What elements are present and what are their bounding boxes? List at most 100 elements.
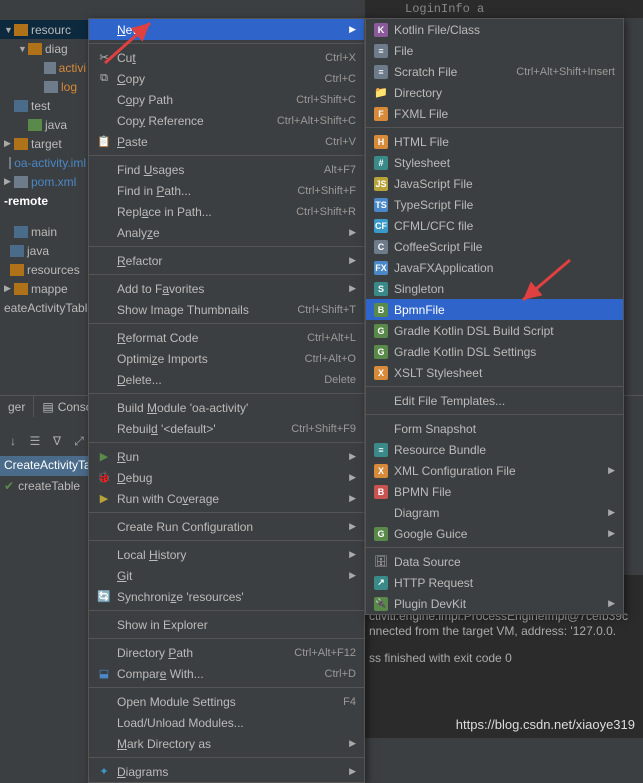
menu-rebuild[interactable]: Rebuild '<default>'Ctrl+Shift+F9 [89,418,364,439]
new-singleton[interactable]: SSingleton [366,278,623,299]
new-edit-templates[interactable]: Edit File Templates... [366,390,623,411]
new-diagram[interactable]: Diagram▶ [366,502,623,523]
new-scratch[interactable]: ≡Scratch FileCtrl+Alt+Shift+Insert [366,61,623,82]
new-file[interactable]: ≡File [366,40,623,61]
new-stylesheet[interactable]: #Stylesheet [366,152,623,173]
tree-mapper[interactable]: ▶mappe [0,279,90,298]
new-stylesheet-icon: # [372,156,390,170]
new-bpmn-file[interactable]: BBPMN File [366,481,623,502]
menu-copy-path[interactable]: Copy PathCtrl+Shift+C [89,89,364,110]
new-gradle-settings[interactable]: GGradle Kotlin DSL Settings [366,341,623,362]
menu-sync[interactable]: 🔄Synchronize 'resources' [89,586,364,607]
menu-run-icon: ▶ [95,450,113,463]
menu-coverage-icon: ▶ [95,492,113,505]
tree-oa-iml[interactable]: oa-activity.iml [0,153,90,172]
tree-eat[interactable]: eateActivityTable [0,298,90,317]
menu-run[interactable]: ▶Run▶ [89,446,364,467]
tb-rerun-icon[interactable]: ↓ [4,432,22,450]
tree-target[interactable]: ▶target [0,134,90,153]
new-ts[interactable]: TSTypeScript File [366,194,623,215]
menu-create-run[interactable]: Create Run Configuration▶ [89,516,364,537]
new-http[interactable]: ↗HTTP Request [366,572,623,593]
menu-copy-ref[interactable]: Copy ReferenceCtrl+Alt+Shift+C [89,110,364,131]
tree-test[interactable]: test [0,96,90,115]
tree-diag[interactable]: ▼diag [0,39,90,58]
new-datasource[interactable]: 🗄Data Source [366,551,623,572]
tree-remote[interactable]: -remote [0,191,90,210]
new-resource-bundle[interactable]: ≡Resource Bundle [366,439,623,460]
watermark: https://blog.csdn.net/xiaoye319 [456,717,635,732]
menu-coverage[interactable]: ▶Run with Coverage▶ [89,488,364,509]
tree-resources[interactable]: ▼resourc [0,20,90,39]
menu-replace-in-path[interactable]: Replace in Path...Ctrl+Shift+R [89,201,364,222]
new-coffee-icon: C [372,240,390,254]
menu-load-modules[interactable]: Load/Unload Modules... [89,712,364,733]
menu-refactor[interactable]: Refactor▶ [89,250,364,271]
menu-paste[interactable]: 📋PasteCtrl+V [89,131,364,152]
new-javafx[interactable]: FXJavaFXApplication [366,257,623,278]
menu-find-in-path[interactable]: Find in Path...Ctrl+Shift+F [89,180,364,201]
new-html[interactable]: HHTML File [366,131,623,152]
run-create-row[interactable]: CreateActivityTa [0,456,90,476]
menu-git[interactable]: Git▶ [89,565,364,586]
menu-mark-dir[interactable]: Mark Directory as▶ [89,733,364,754]
tree-activity[interactable]: activi [0,58,90,77]
new-cfml[interactable]: CFCFML/CFC file [366,215,623,236]
new-cfml-icon: CF [372,219,390,233]
tb-sort-icon[interactable]: ∇ [48,432,66,450]
menu-compare[interactable]: ⬓Compare With...Ctrl+D [89,663,364,684]
menu-history[interactable]: Local History▶ [89,544,364,565]
new-guice[interactable]: GGoogle Guice▶ [366,523,623,544]
menu-diagrams[interactable]: ✦Diagrams▶ [89,761,364,782]
tree-resources2[interactable]: resources [0,260,90,279]
menu-favorites[interactable]: Add to Favorites▶ [89,278,364,299]
new-coffee[interactable]: CCoffeeScript File [366,236,623,257]
menu-sync-icon: 🔄 [95,590,113,603]
menu-copy[interactable]: ⧉CopyCtrl+C [89,68,364,89]
menu-find-usages[interactable]: Find UsagesAlt+F7 [89,159,364,180]
tb-expand-icon[interactable]: ⤢ [70,432,88,450]
new-plugin-devkit-icon: 🔌 [372,597,390,611]
new-kotlin-icon: K [372,23,390,37]
menu-reformat[interactable]: Reformat CodeCtrl+Alt+L [89,327,364,348]
menu-explorer[interactable]: Show in Explorer [89,614,364,635]
new-xml-config[interactable]: XXML Configuration File▶ [366,460,623,481]
tab-ger[interactable]: ger [0,396,34,417]
menu-debug[interactable]: 🐞Debug▶ [89,467,364,488]
tree-login[interactable]: log [0,77,90,96]
menu-optimize[interactable]: Optimize ImportsCtrl+Alt+O [89,348,364,369]
new-gradle-build[interactable]: GGradle Kotlin DSL Build Script [366,320,623,341]
new-scratch-icon: ≡ [372,65,390,79]
new-xslt[interactable]: XXSLT Stylesheet [366,362,623,383]
new-fxml[interactable]: FFXML File [366,103,623,124]
new-guice-icon: G [372,527,390,541]
new-js[interactable]: JSJavaScript File [366,173,623,194]
menu-compare-icon: ⬓ [95,667,113,680]
tree-java[interactable]: java [0,115,90,134]
submenu-arrow-icon: ▶ [605,507,615,518]
new-bpmnfile[interactable]: BBpmnFile [366,299,623,320]
console-icon: ▤ [42,400,53,414]
new-plugin-devkit[interactable]: 🔌Plugin DevKit▶ [366,593,623,614]
submenu-arrow-icon: ▶ [605,598,615,609]
tree-main[interactable]: main [0,222,90,241]
menu-analyze[interactable]: Analyze▶ [89,222,364,243]
new-submenu: KKotlin File/Class≡File≡Scratch FileCtrl… [365,18,624,615]
tree-java2[interactable]: java [0,241,90,260]
run-ok-row[interactable]: ✔createTable [0,476,90,496]
submenu-arrow-icon: ▶ [346,521,356,532]
menu-module-settings[interactable]: Open Module SettingsF4 [89,691,364,712]
menu-build-module[interactable]: Build Module 'oa-activity' [89,397,364,418]
menu-thumbnails[interactable]: Show Image ThumbnailsCtrl+Shift+T [89,299,364,320]
menu-delete[interactable]: Delete...Delete [89,369,364,390]
new-form-snapshot[interactable]: Form Snapshot [366,418,623,439]
new-gradle-build-icon: G [372,324,390,338]
tree-pom[interactable]: ▶pom.xml [0,172,90,191]
submenu-arrow-icon: ▶ [346,283,356,294]
menu-cut[interactable]: ✂CutCtrl+X [89,47,364,68]
menu-dir-path[interactable]: Directory PathCtrl+Alt+F12 [89,642,364,663]
new-directory[interactable]: 📁Directory [366,82,623,103]
menu-new[interactable]: New▶ [89,19,364,40]
new-kotlin[interactable]: KKotlin File/Class [366,19,623,40]
tb-filter-icon[interactable]: ☰ [26,432,44,450]
